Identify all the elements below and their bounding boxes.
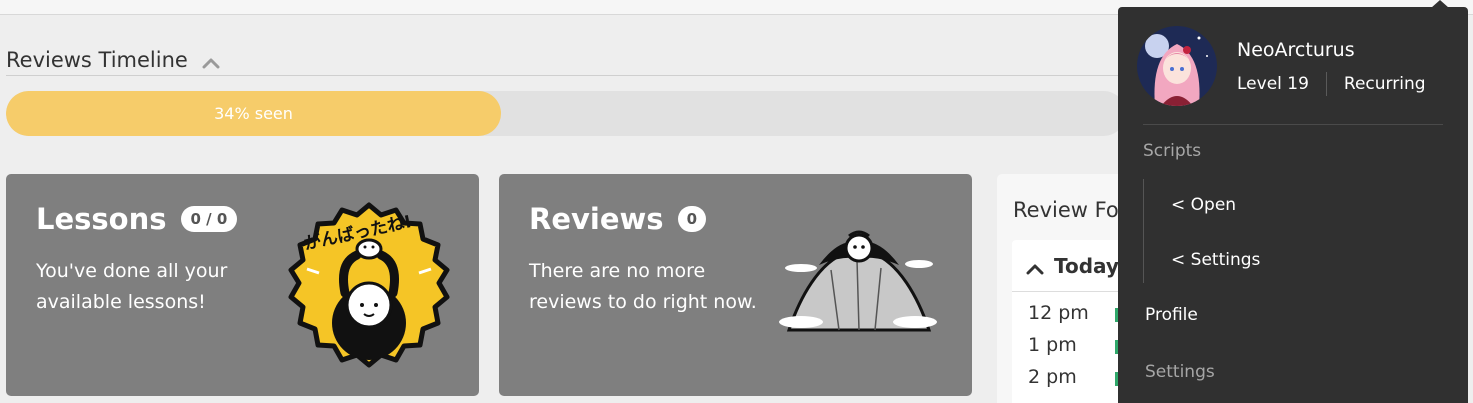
good-job-turtle-illustration: がんばったね! bbox=[288, 202, 450, 368]
reviews-timeline-header[interactable]: Reviews Timeline bbox=[6, 44, 1126, 76]
meta-divider bbox=[1325, 72, 1327, 96]
reviews-title-row: Reviews 0 bbox=[529, 202, 707, 236]
scripts-submenu-line bbox=[1143, 179, 1144, 283]
reviews-count-badge: 0 bbox=[677, 206, 707, 232]
scripts-open-item[interactable]: < Open bbox=[1171, 195, 1236, 215]
lessons-description: You've done all your available lessons! bbox=[36, 260, 228, 313]
reviews-progress-label: 34% seen bbox=[214, 104, 293, 123]
dashboard-page: Reviews Timeline 34% seen Lessons 0 / 0 … bbox=[0, 0, 1473, 403]
lessons-card[interactable]: Lessons 0 / 0 You've done all your avail… bbox=[6, 174, 479, 396]
reviews-progress-bar: 34% seen bbox=[6, 91, 1126, 136]
reviews-description: There are no more reviews to do right no… bbox=[529, 260, 757, 313]
subscription-status: Recurring bbox=[1343, 74, 1426, 94]
forecast-hour-row: 2 pm bbox=[1028, 366, 1077, 388]
chevron-up-icon[interactable] bbox=[202, 54, 220, 68]
forecast-hour-row: 1 pm bbox=[1028, 334, 1077, 356]
reviews-card[interactable]: Reviews 0 There are no more reviews to d… bbox=[499, 174, 972, 396]
reviews-progress-fill: 34% seen bbox=[6, 91, 501, 136]
scripts-section-label: Scripts bbox=[1143, 141, 1202, 161]
menu-divider bbox=[1143, 124, 1443, 125]
lessons-title: Lessons bbox=[36, 202, 167, 236]
user-dropdown-menu: NeoArcturus Level 19 Recurring Scripts <… bbox=[1118, 7, 1468, 403]
user-meta: Level 19 Recurring bbox=[1237, 72, 1426, 96]
mountain-crabigator-illustration bbox=[779, 230, 937, 332]
forecast-hour-row: 12 pm bbox=[1028, 302, 1089, 324]
avatar[interactable] bbox=[1137, 26, 1217, 106]
reviews-title: Reviews bbox=[529, 202, 664, 236]
scripts-settings-item[interactable]: < Settings bbox=[1171, 250, 1260, 270]
lessons-count-badge: 0 / 0 bbox=[180, 206, 238, 232]
username: NeoArcturus bbox=[1237, 39, 1355, 61]
user-level: Level 19 bbox=[1237, 74, 1309, 94]
forecast-today-label: Today bbox=[1054, 253, 1119, 278]
settings-menu-item[interactable]: Settings bbox=[1145, 362, 1215, 382]
reviews-timeline-title: Reviews Timeline bbox=[6, 47, 188, 72]
profile-menu-item[interactable]: Profile bbox=[1145, 305, 1198, 325]
chevron-up-icon[interactable] bbox=[1026, 260, 1044, 274]
lessons-title-row: Lessons 0 / 0 bbox=[36, 202, 238, 236]
